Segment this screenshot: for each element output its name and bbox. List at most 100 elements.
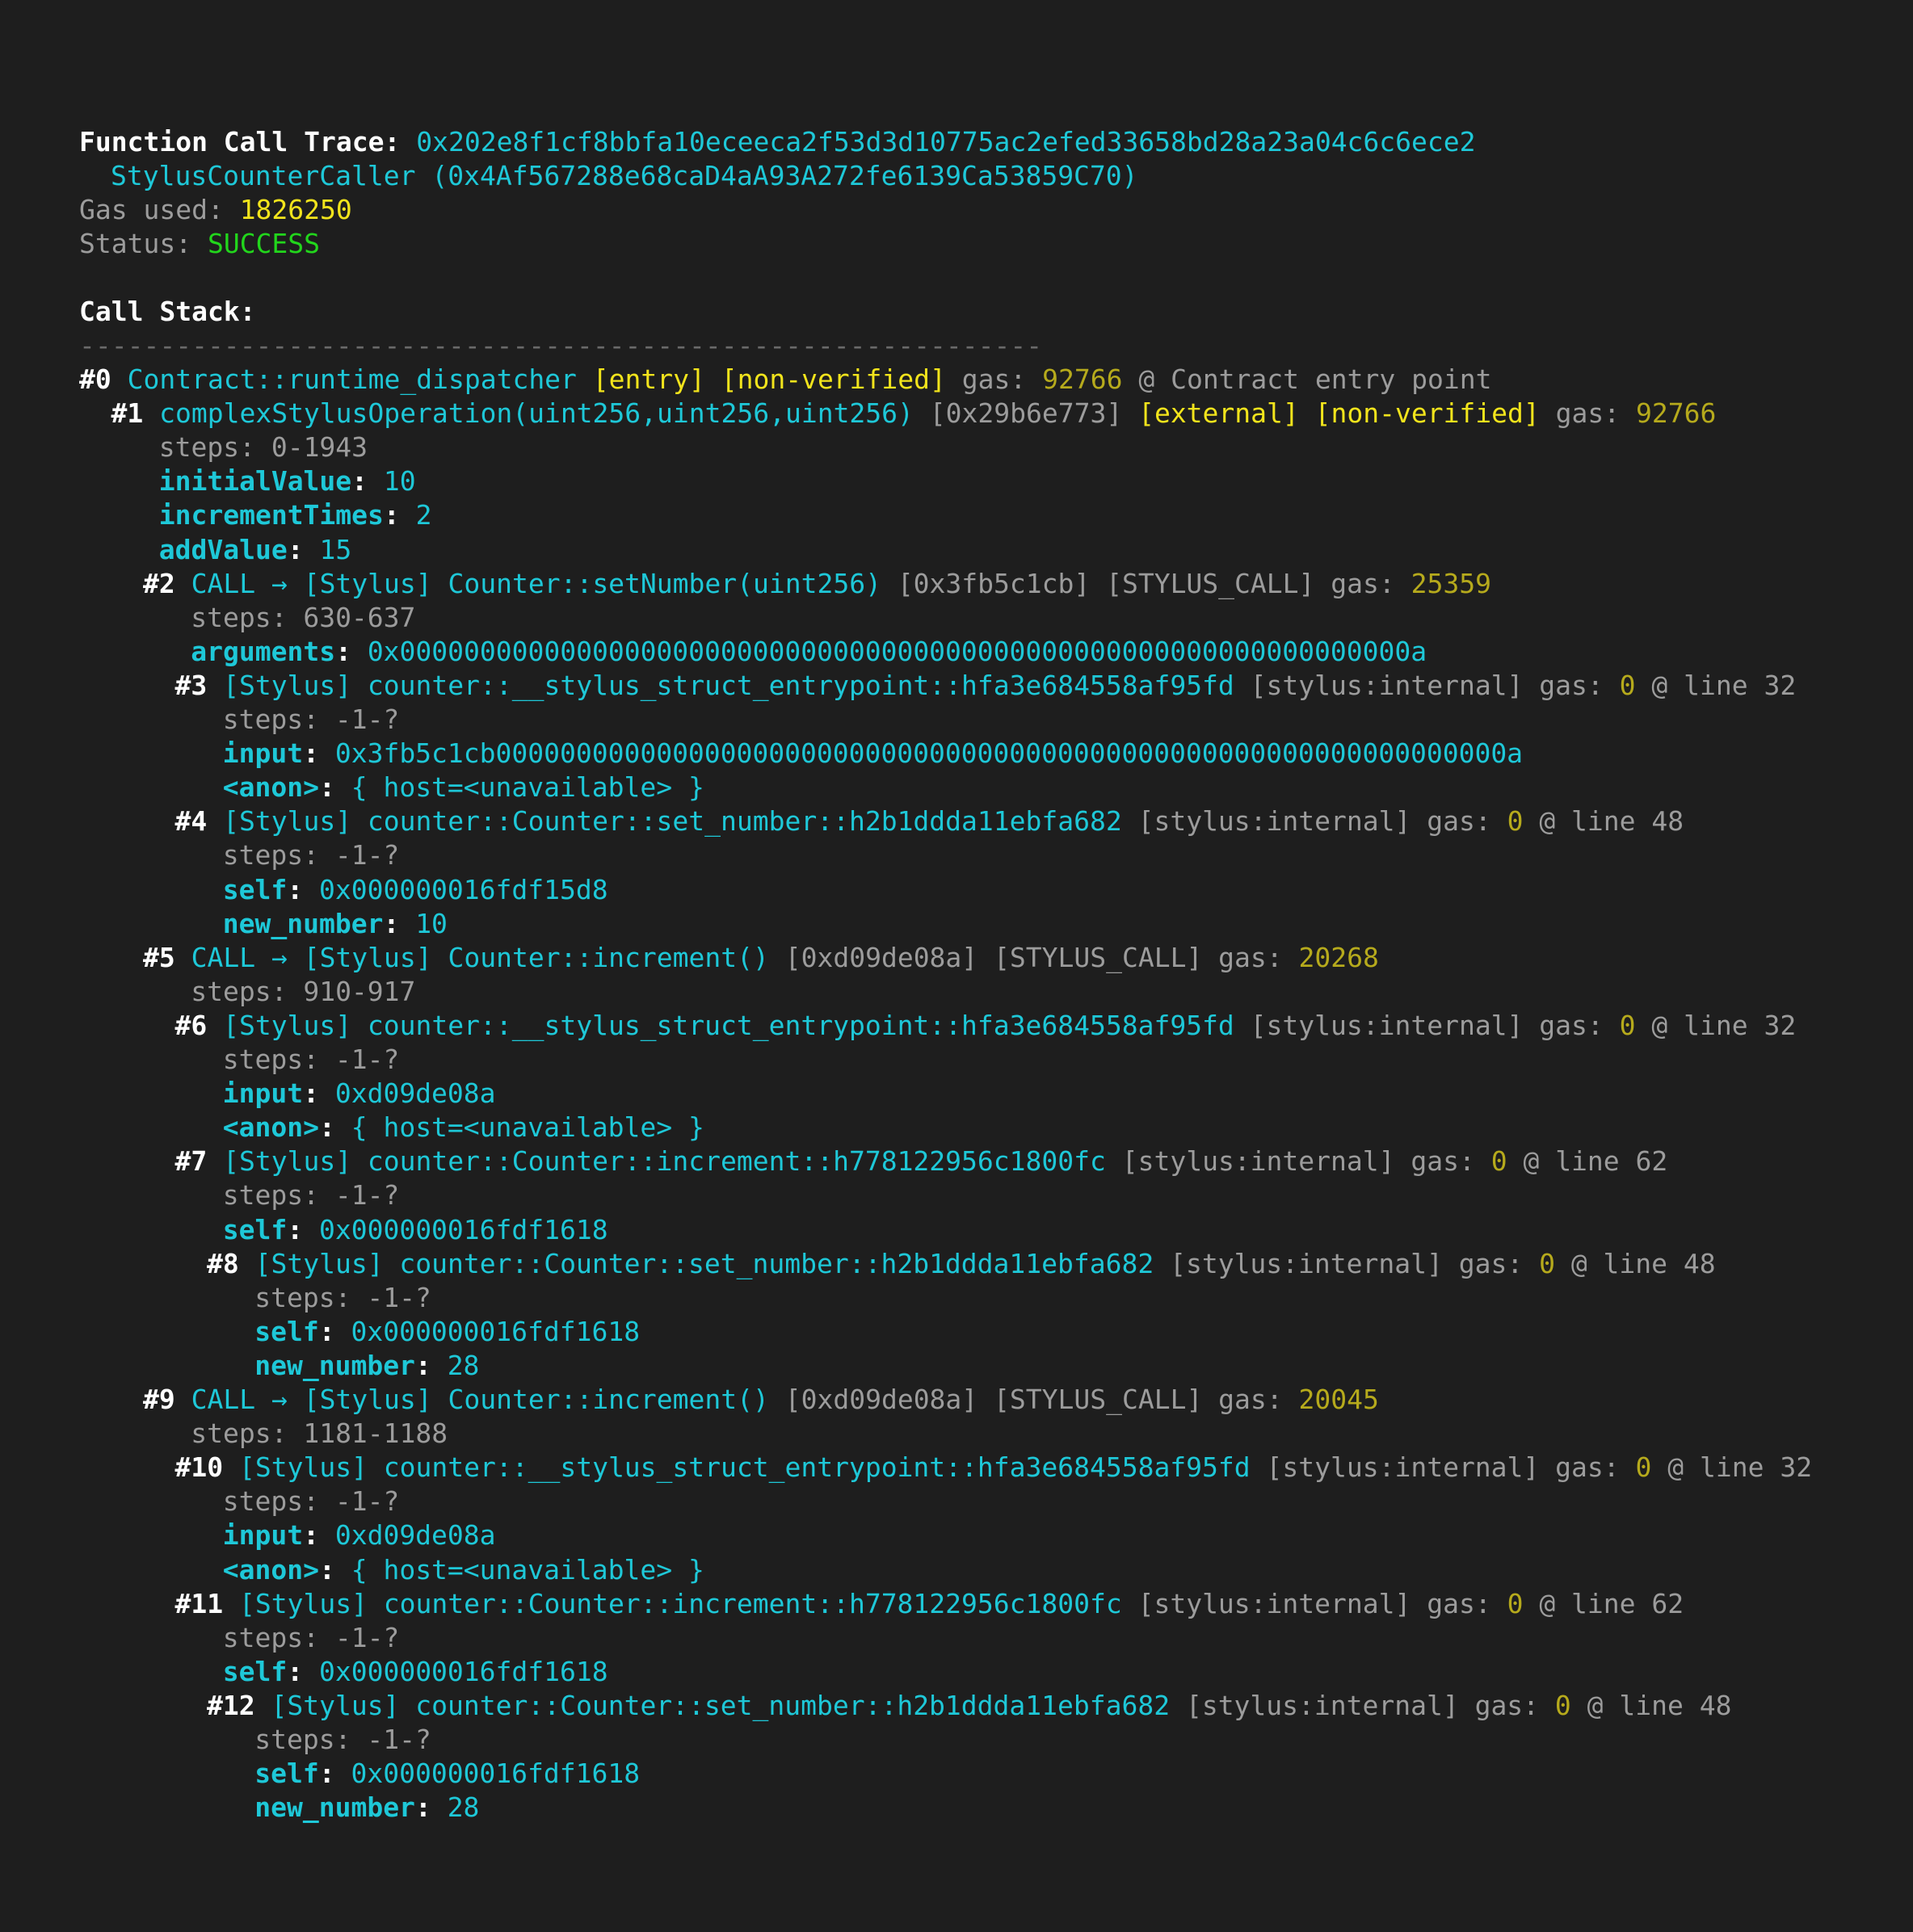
frame-segment: [Stylus] counter::Counter::set_number::h… [271,1689,1171,1721]
param-value: { host=<unavailable> } [351,1553,704,1586]
frame-segment: [0x3fb5c1cb] [STYLUS_CALL] gas: [897,567,1395,599]
param-value: 10 [383,465,416,498]
steps-range: -1-? [334,1044,400,1075]
frame-segment: [Stylus] counter::Counter::increment::h7… [238,1587,1122,1619]
frame-segment: 0 [1507,1587,1524,1619]
frame-attribute: self: 0x000000016fdf1618 [254,1315,640,1349]
steps-label: steps: [191,975,304,1007]
steps-range: -1-? [334,704,400,735]
frame-segment: 0 [1635,1451,1652,1484]
param-name: arguments [191,635,336,667]
call-frame: #7 [Stylus] counter::Counter::increment:… [175,1144,1668,1178]
frame-attribute: self: 0x000000016fdf1618 [223,1655,608,1689]
steps-label: steps: [222,1485,335,1518]
param-colon: : [318,1315,351,1347]
frame-segment: CALL → [Stylus] Counter::increment() [191,1384,769,1415]
frame-segment: [0xd09de08a] [STYLUS_CALL] gas: [784,941,1283,973]
frame-attribute: arguments: 0x000000000000000000000000000… [191,635,1427,669]
frame-attribute: addValue: 15 [159,533,351,567]
param-colon: : [287,1655,319,1687]
frame-segment: gas: [1555,397,1621,430]
frame-segment: [stylus:internal] gas: [1185,1689,1540,1721]
param-value: 0x000000016fdf15d8 [318,873,608,905]
param-colon: : [383,499,416,531]
gas-used-value: 1826250 [239,194,352,225]
frame-index: #10 [174,1451,224,1484]
frame-attribute: new_number: 28 [254,1791,479,1825]
steps-range: 630-637 [303,601,416,633]
frame-segment: @ line 48 [1587,1689,1732,1721]
param-name: <anon> [222,1111,319,1144]
frame-segment: 20268 [1298,941,1379,973]
param-name: addValue [158,533,288,565]
param-colon: : [318,771,351,804]
param-name: incrementTimes [158,499,384,531]
gas-used-line: Gas used: 1826250 [79,193,352,227]
frame-segment: [Stylus] counter::__stylus_struct_entryp… [238,1451,1251,1484]
frame-index: #9 [143,1384,175,1415]
transaction-hash: 0x202e8f1cf8bbfa10eceeca2f53d3d10775ac2e… [416,126,1476,158]
param-value: 28 [447,1791,480,1824]
frame-attribute: steps: 1181-1188 [191,1417,448,1451]
frame-segment: @ line 32 [1651,669,1797,701]
param-colon: : [287,873,319,905]
call-frame: #10 [Stylus] counter::__stylus_struct_en… [175,1451,1813,1485]
param-colon: : [318,1758,351,1790]
param-name: new_number [254,1791,415,1824]
frame-segment: [Stylus] counter::Counter::set_number::h… [254,1247,1154,1279]
steps-label: steps: [254,1724,368,1755]
frame-segment: [stylus:internal] gas: [1250,669,1604,701]
frame-segment: [stylus:internal] gas: [1121,1145,1475,1178]
status-label: Status: [79,228,192,259]
frame-segment: 25359 [1411,567,1491,599]
steps-label: steps: [191,601,304,633]
param-colon: : [287,533,320,565]
frame-segment: Contract::runtime_dispatcher [127,363,577,395]
param-value: 0xd09de08a [334,1077,496,1110]
param-value: 15 [319,533,352,565]
frame-index: #0 [79,363,111,395]
frame-attribute: initialValue: 10 [159,464,416,498]
frame-segment: [external] [non-verified] [1138,397,1540,430]
frame-attribute: input: 0xd09de08a [223,1077,496,1111]
frame-index: #7 [174,1145,208,1178]
param-name: self [222,1655,288,1687]
frame-attribute: steps: -1-? [223,838,400,872]
param-name: initialValue [158,465,352,498]
frame-attribute: <anon>: { host=<unavailable> } [223,1553,704,1587]
terminal-output: Function Call Trace: 0x202e8f1cf8bbfa10e… [0,0,1913,1932]
steps-range: 0-1943 [271,431,368,464]
frame-index: #2 [143,567,175,599]
param-name: new_number [222,907,384,939]
param-name: self [222,873,288,905]
frame-segment: @ line 62 [1539,1587,1684,1619]
frame-attribute: input: 0xd09de08a [223,1518,496,1552]
frame-segment: gas: [961,363,1027,395]
param-value: 0xd09de08a [334,1519,496,1552]
frame-index: #11 [174,1587,224,1619]
frame-segment: [stylus:internal] gas: [1266,1451,1620,1484]
frame-segment: 92766 [1636,397,1717,430]
frame-attribute: incrementTimes: 2 [159,498,432,532]
frame-attribute: new_number: 10 [223,907,448,941]
frame-attribute: steps: -1-? [223,703,400,737]
frame-attribute: new_number: 28 [254,1349,479,1383]
trace-title-label: Function Call Trace: [79,126,401,158]
frame-attribute: steps: 0-1943 [159,430,368,464]
frame-segment: @ line 32 [1667,1451,1813,1484]
frame-segment: 0 [1554,1689,1571,1721]
call-frame: #0 Contract::runtime_dispatcher [entry] … [79,363,1491,397]
frame-segment: CALL → [Stylus] Counter::setNumber(uint2… [191,567,881,599]
frame-segment: @ line 62 [1523,1145,1668,1178]
frame-segment: 0 [1507,805,1524,838]
steps-label: steps: [222,1044,335,1075]
steps-range: -1-? [367,1281,431,1313]
param-name: self [222,1213,288,1245]
frame-segment: [stylus:internal] gas: [1170,1247,1524,1279]
param-value: 0x000000016fdf1618 [351,1315,641,1347]
steps-label: steps: [222,1621,335,1653]
param-name: <anon> [222,1553,319,1586]
param-name: <anon> [222,771,319,804]
call-frame: #11 [Stylus] counter::Counter::increment… [175,1587,1684,1621]
frame-attribute: steps: -1-? [254,1723,431,1757]
